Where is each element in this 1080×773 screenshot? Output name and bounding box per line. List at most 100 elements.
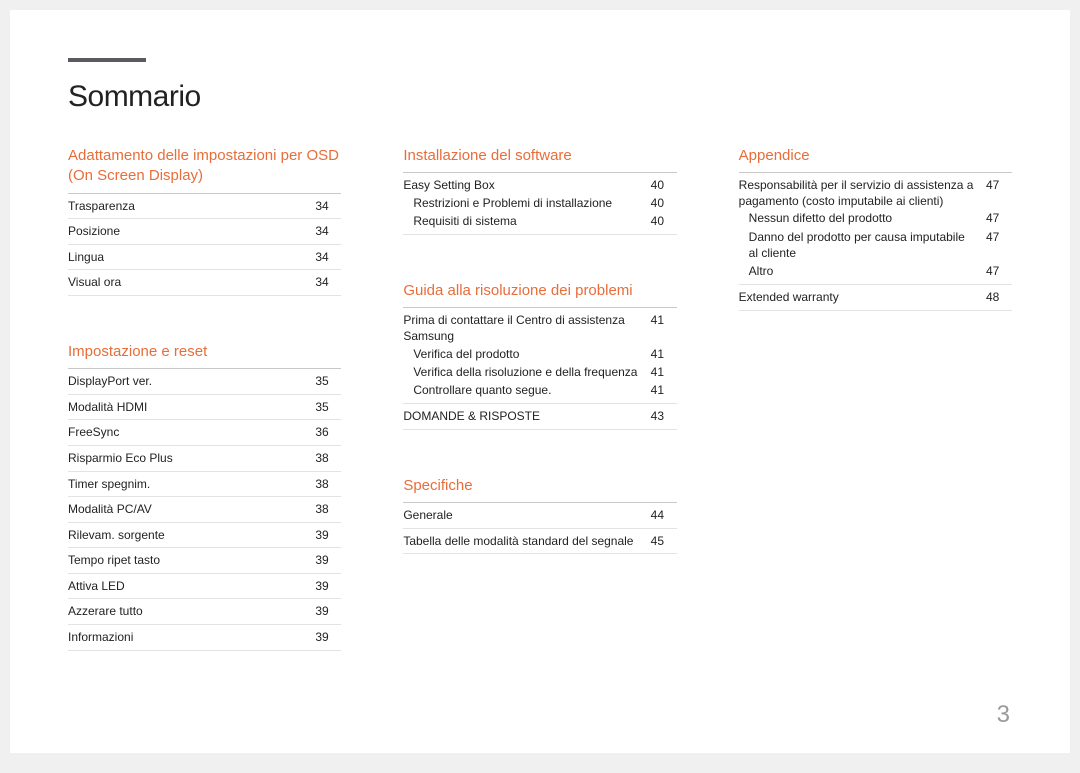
toc-entry[interactable]: Azzerare tutto39 [68, 599, 341, 625]
toc-entry[interactable]: Tabella delle modalità standard del segn… [403, 529, 676, 555]
toc-section-title[interactable]: Impostazione e reset [68, 342, 341, 369]
toc-entry-page: 34 [315, 250, 341, 266]
toc-subentry-page: 40 [651, 195, 677, 211]
toc-subentry[interactable]: Verifica della risoluzione e della frequ… [403, 363, 676, 381]
toc-entry-page: 34 [315, 224, 341, 240]
toc-entry[interactable]: Responsabilità per il servizio di assist… [739, 173, 1012, 285]
toc-entry-page: 36 [315, 425, 341, 441]
toc-column: Appendice Responsabilità per il servizio … [739, 146, 1012, 651]
toc-subentry[interactable]: Nessun difetto del prodotto47 [739, 209, 1012, 227]
toc-subentry-label: Altro [749, 263, 986, 279]
toc-entry-label: Rilevam. sorgente [68, 528, 315, 544]
toc-subentry[interactable]: Altro47 [739, 262, 1012, 280]
toc-subentry[interactable]: Danno del prodotto per causa imputabile … [739, 228, 1012, 262]
toc-entry-label: Responsabilità per il servizio di assist… [739, 178, 986, 209]
toc-entry-label: Posizione [68, 224, 315, 240]
toc-subentry-page: 41 [651, 382, 677, 398]
toc-entry-label: Attiva LED [68, 579, 315, 595]
toc-entry-page: 39 [315, 604, 341, 620]
toc-entry[interactable]: Tempo ripet tasto39 [68, 548, 341, 574]
toc-entry-label: DisplayPort ver. [68, 374, 315, 390]
toc-subentry-page: 41 [651, 346, 677, 362]
toc-entry-label: DOMANDE & RISPOSTE [403, 409, 650, 425]
toc-entry[interactable]: Easy Setting Box40Restrizioni e Problemi… [403, 173, 676, 235]
toc-entry-page: 34 [315, 199, 341, 215]
toc-entry[interactable]: Rilevam. sorgente39 [68, 523, 341, 549]
toc-entry-label: Tempo ripet tasto [68, 553, 315, 569]
toc-columns: Adattamento delle impostazioni per OSD (… [68, 146, 1012, 651]
toc-entry[interactable]: Timer spegnim.38 [68, 472, 341, 498]
toc-entry[interactable]: DisplayPort ver.35 [68, 369, 341, 395]
toc-entry-label: Visual ora [68, 275, 315, 291]
toc-subentry-page: 47 [986, 263, 1012, 279]
toc-entry[interactable]: Risparmio Eco Plus38 [68, 446, 341, 472]
toc-subentry-label: Verifica della risoluzione e della frequ… [413, 364, 650, 380]
toc-section-title[interactable]: Appendice [739, 146, 1012, 173]
toc-entry[interactable]: Modalità HDMI35 [68, 395, 341, 421]
toc-entry-page: 44 [651, 508, 677, 524]
toc-column: Installazione del softwareEasy Setting B… [403, 146, 676, 651]
toc-entry-page: 40 [651, 178, 677, 194]
toc-entry-label: FreeSync [68, 425, 315, 441]
toc-entry-page: 38 [315, 451, 341, 467]
toc-entry[interactable]: Posizione34 [68, 219, 341, 245]
toc-subentry-label: Controllare quanto segue. [413, 382, 650, 398]
toc-entry[interactable]: Trasparenza34 [68, 194, 341, 220]
toc-entry-label: Generale [403, 508, 650, 524]
toc-section-title[interactable]: Guida alla risoluzione dei problemi [403, 281, 676, 308]
toc-section-title[interactable]: Adattamento delle impostazioni per OSD (… [68, 146, 341, 194]
toc-entry-label: Azzerare tutto [68, 604, 315, 620]
toc-entry[interactable]: Prima di contattare il Centro di assiste… [403, 308, 676, 404]
toc-entry-label: Timer spegnim. [68, 477, 315, 493]
toc-subentry-page: 41 [651, 364, 677, 380]
toc-entry[interactable]: DOMANDE & RISPOSTE43 [403, 404, 676, 430]
toc-entry-label: Trasparenza [68, 199, 315, 215]
toc-entry-page: 45 [651, 534, 677, 550]
toc-entry-page: 39 [315, 630, 341, 646]
toc-entry[interactable]: Visual ora34 [68, 270, 341, 296]
toc-subentry[interactable]: Verifica del prodotto41 [403, 345, 676, 363]
toc-entry-page: 38 [315, 477, 341, 493]
document-page: Sommario Adattamento delle impostazioni … [10, 10, 1070, 753]
toc-entry-label: Risparmio Eco Plus [68, 451, 315, 467]
page-number: 3 [997, 701, 1010, 729]
toc-subentry-label: Verifica del prodotto [413, 346, 650, 362]
toc-section-title[interactable]: Installazione del software [403, 146, 676, 173]
toc-subentry-page: 47 [986, 229, 1012, 261]
toc-entry[interactable]: FreeSync36 [68, 420, 341, 446]
toc-entry-page: 41 [651, 313, 677, 344]
toc-subentry-label: Danno del prodotto per causa imputabile … [749, 229, 986, 261]
toc-entry-page: 35 [315, 374, 341, 390]
toc-entry[interactable]: Attiva LED39 [68, 574, 341, 600]
toc-entry-label: Extended warranty [739, 290, 986, 306]
toc-subentry-page: 40 [651, 213, 677, 229]
toc-subentry-page: 47 [986, 210, 1012, 226]
toc-entry-page: 34 [315, 275, 341, 291]
toc-subentry-label: Nessun difetto del prodotto [749, 210, 986, 226]
toc-entry-page: 47 [986, 178, 1012, 209]
toc-entry-page: 43 [651, 409, 677, 425]
toc-entry-label: Prima di contattare il Centro di assiste… [403, 313, 650, 344]
toc-subentry[interactable]: Controllare quanto segue.41 [403, 381, 676, 399]
toc-entry[interactable]: Extended warranty48 [739, 285, 1012, 311]
toc-entry-label: Easy Setting Box [403, 178, 650, 194]
toc-column: Adattamento delle impostazioni per OSD (… [68, 146, 341, 651]
title-rule [68, 58, 146, 62]
toc-entry[interactable]: Modalità PC/AV38 [68, 497, 341, 523]
toc-entry[interactable]: Informazioni39 [68, 625, 341, 651]
toc-entry-page: 39 [315, 553, 341, 569]
toc-subentry[interactable]: Restrizioni e Problemi di installazione4… [403, 194, 676, 212]
page-title: Sommario [68, 80, 1012, 114]
toc-entry-page: 39 [315, 579, 341, 595]
toc-entry-page: 38 [315, 502, 341, 518]
toc-subentry-label: Restrizioni e Problemi di installazione [413, 195, 650, 211]
toc-subentry-label: Requisiti di sistema [413, 213, 650, 229]
toc-entry-label: Lingua [68, 250, 315, 266]
toc-entry[interactable]: Lingua34 [68, 245, 341, 271]
toc-entry-label: Informazioni [68, 630, 315, 646]
toc-entry-page: 48 [986, 290, 1012, 306]
toc-entry-label: Tabella delle modalità standard del segn… [403, 534, 650, 550]
toc-section-title[interactable]: Specifiche [403, 476, 676, 503]
toc-entry[interactable]: Generale44 [403, 503, 676, 529]
toc-subentry[interactable]: Requisiti di sistema40 [403, 212, 676, 230]
